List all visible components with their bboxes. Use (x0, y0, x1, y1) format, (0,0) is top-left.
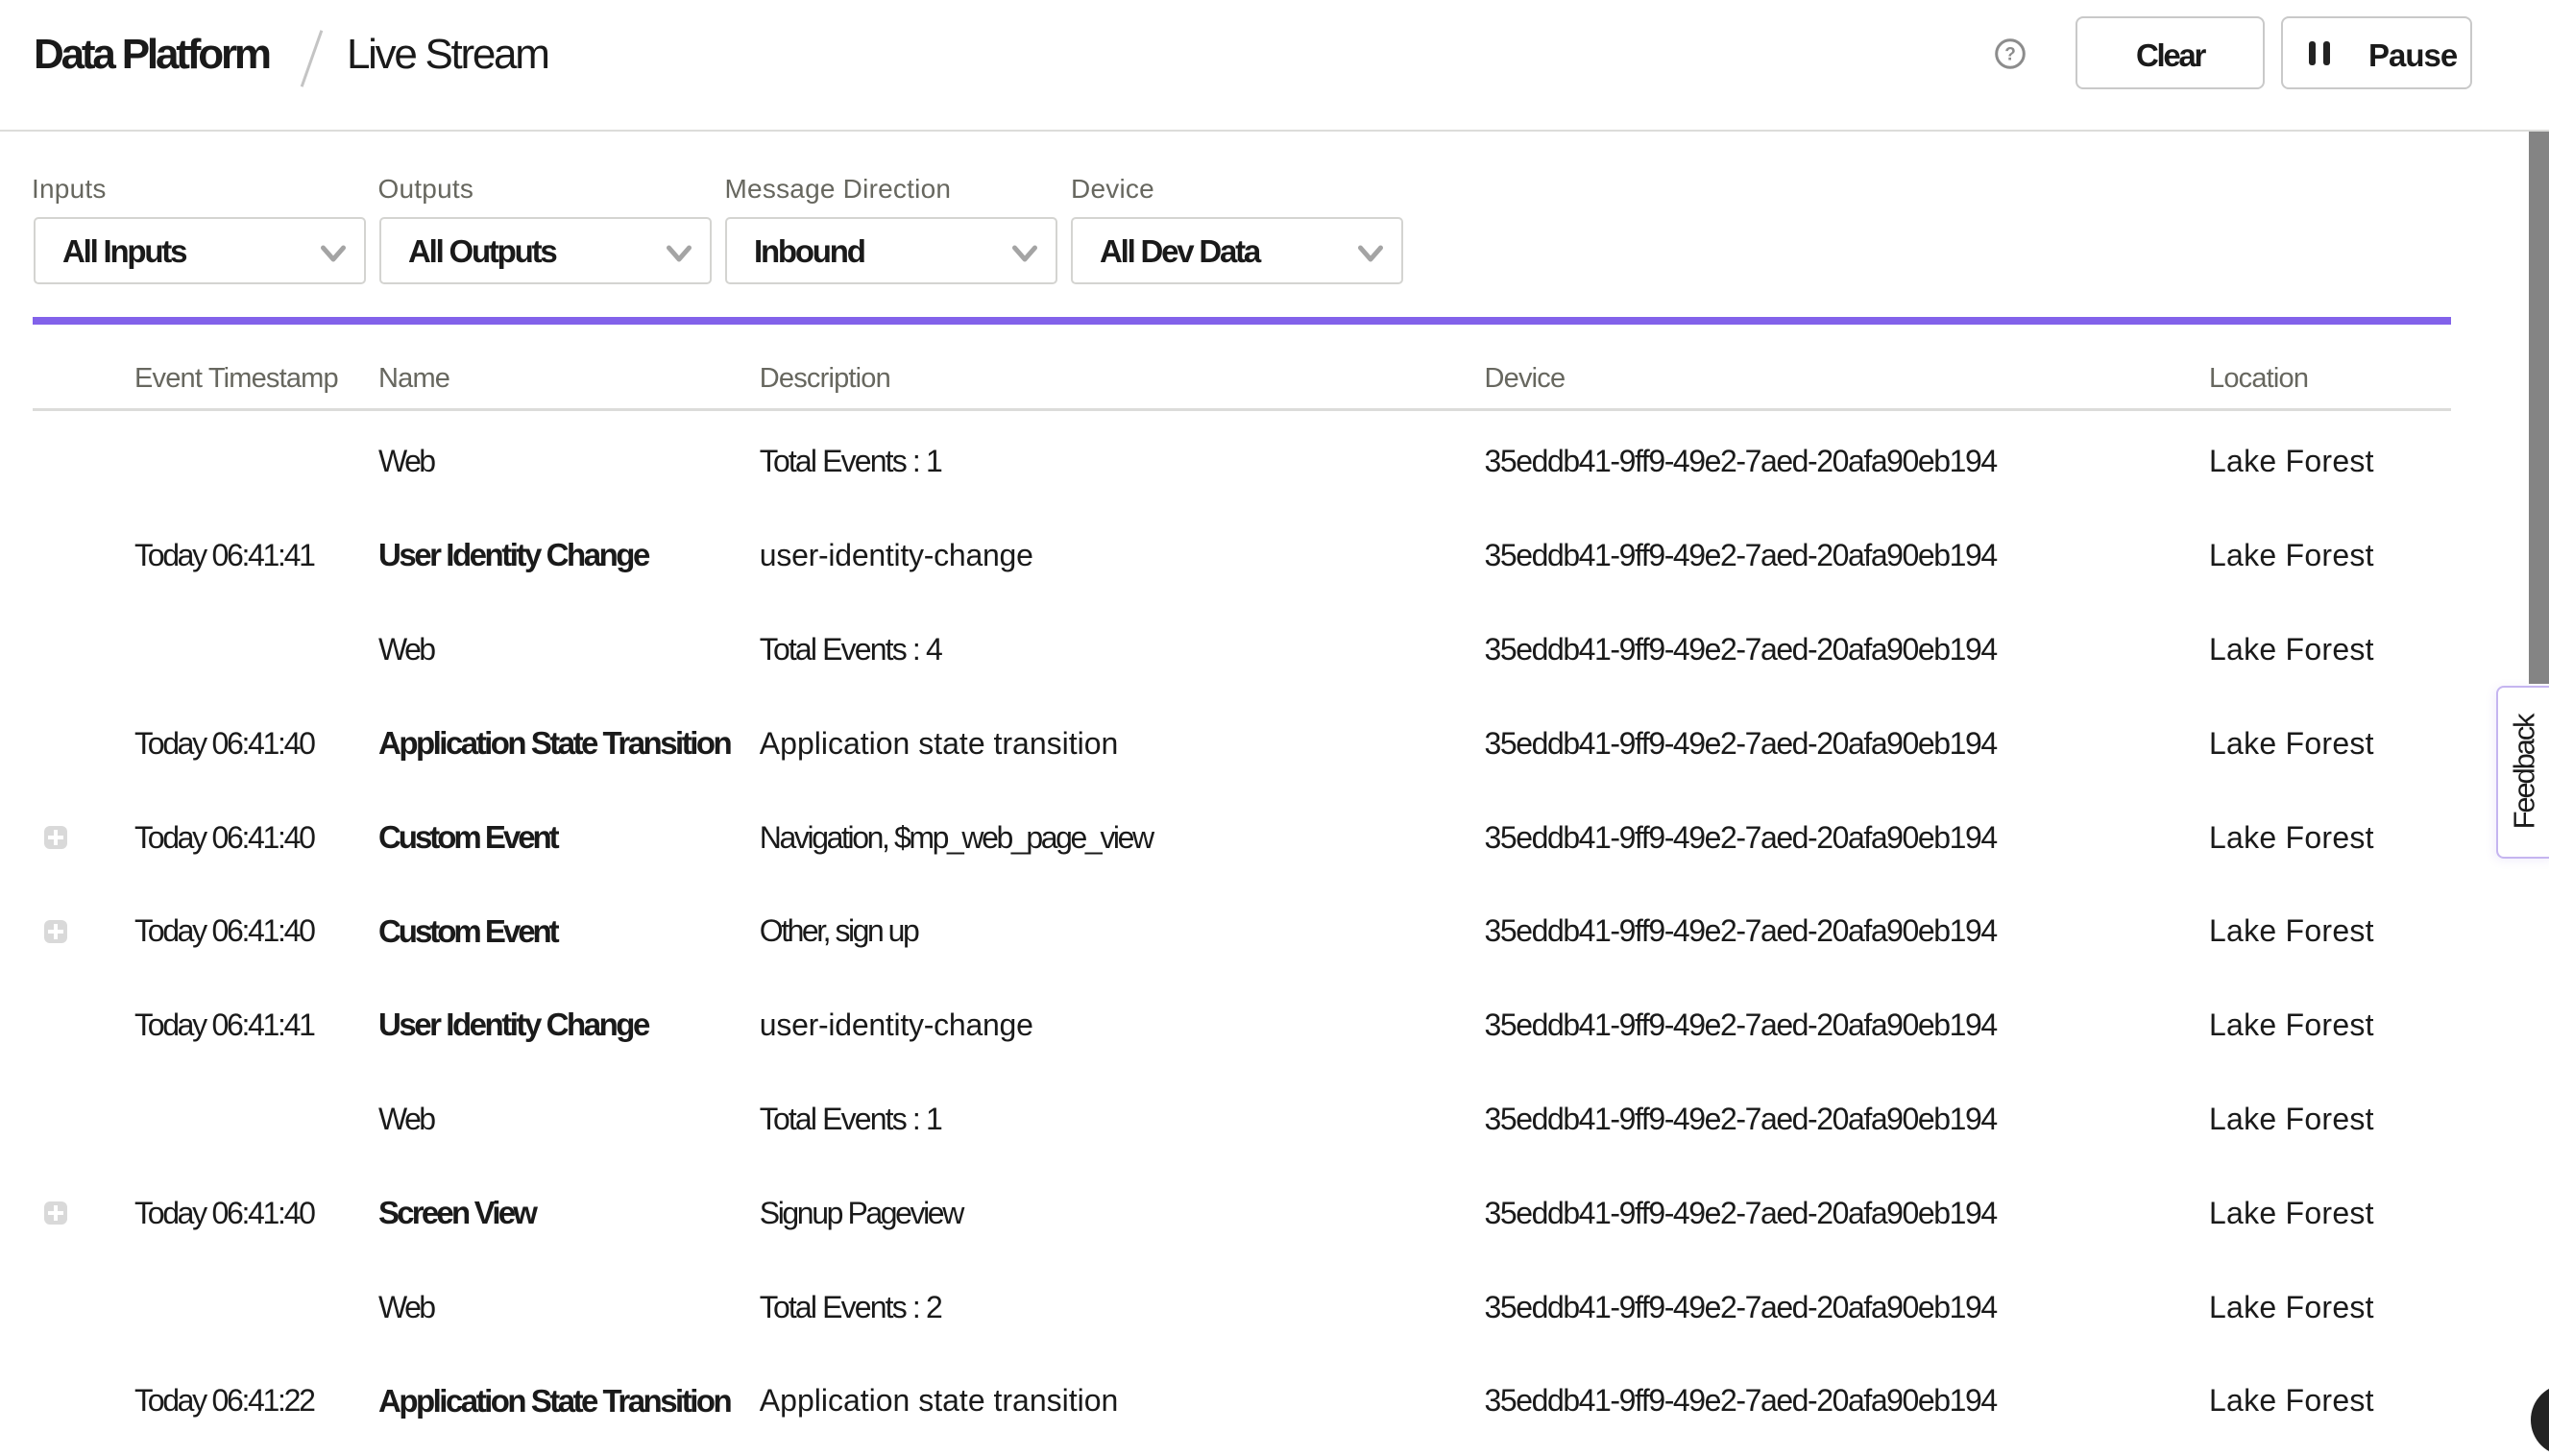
svg-text:?: ? (2004, 45, 2016, 65)
